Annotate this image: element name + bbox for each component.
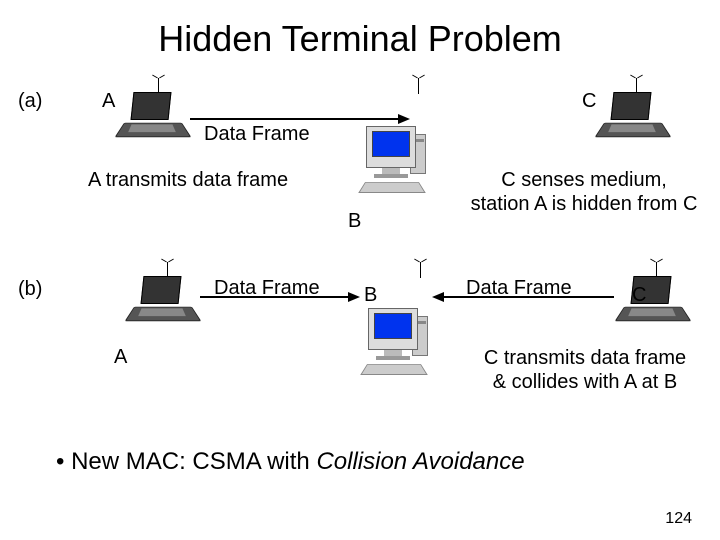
caption-b-right: C transmits data frame & collides with A… — [462, 346, 708, 394]
label-b-node-b: B — [364, 284, 377, 307]
scenario-a-marker: (a) — [18, 90, 42, 113]
scenario-b-marker: (b) — [18, 278, 42, 301]
label-a-node-a: A — [102, 90, 115, 113]
label-b-node-c: C — [632, 284, 646, 307]
bullet-text-italic: Collision Avoidance — [316, 448, 524, 475]
arrow-head-icon — [398, 114, 410, 124]
caption-a-left: A transmits data frame — [88, 168, 288, 192]
arrow-a-to-b — [190, 118, 398, 120]
label-a-node-b: B — [348, 210, 361, 233]
antenna-a-center — [418, 78, 419, 94]
laptop-icon — [600, 92, 668, 144]
caption-a-right-line1: C senses medium, — [501, 169, 667, 191]
monitor-icon — [362, 308, 428, 378]
antenna-b-center — [420, 262, 421, 278]
arrow-head-icon — [348, 292, 360, 302]
data-frame-label-b-left: Data Frame — [214, 276, 320, 300]
caption-a-right-line2: station A is hidden from C — [471, 193, 698, 215]
bullet-point: • New MAC: CSMA with Collision Avoidance — [56, 448, 525, 476]
laptop-icon — [620, 276, 688, 328]
monitor-icon — [360, 126, 426, 196]
bullet-text-prefix: • New MAC: CSMA with — [56, 448, 316, 475]
caption-a-right: C senses medium, station A is hidden fro… — [460, 168, 708, 216]
slide-title: Hidden Terminal Problem — [0, 0, 720, 70]
caption-b-right-line1: C transmits data frame — [484, 347, 686, 369]
caption-b-right-line2: & collides with A at B — [493, 371, 678, 393]
page-number: 124 — [665, 510, 692, 528]
laptop-icon — [130, 276, 198, 328]
laptop-icon — [120, 92, 188, 144]
data-frame-label-a: Data Frame — [204, 122, 310, 146]
label-b-node-a: A — [114, 346, 127, 369]
label-a-node-c: C — [582, 90, 596, 113]
arrow-head-icon — [432, 292, 444, 302]
data-frame-label-b-right: Data Frame — [466, 276, 572, 300]
